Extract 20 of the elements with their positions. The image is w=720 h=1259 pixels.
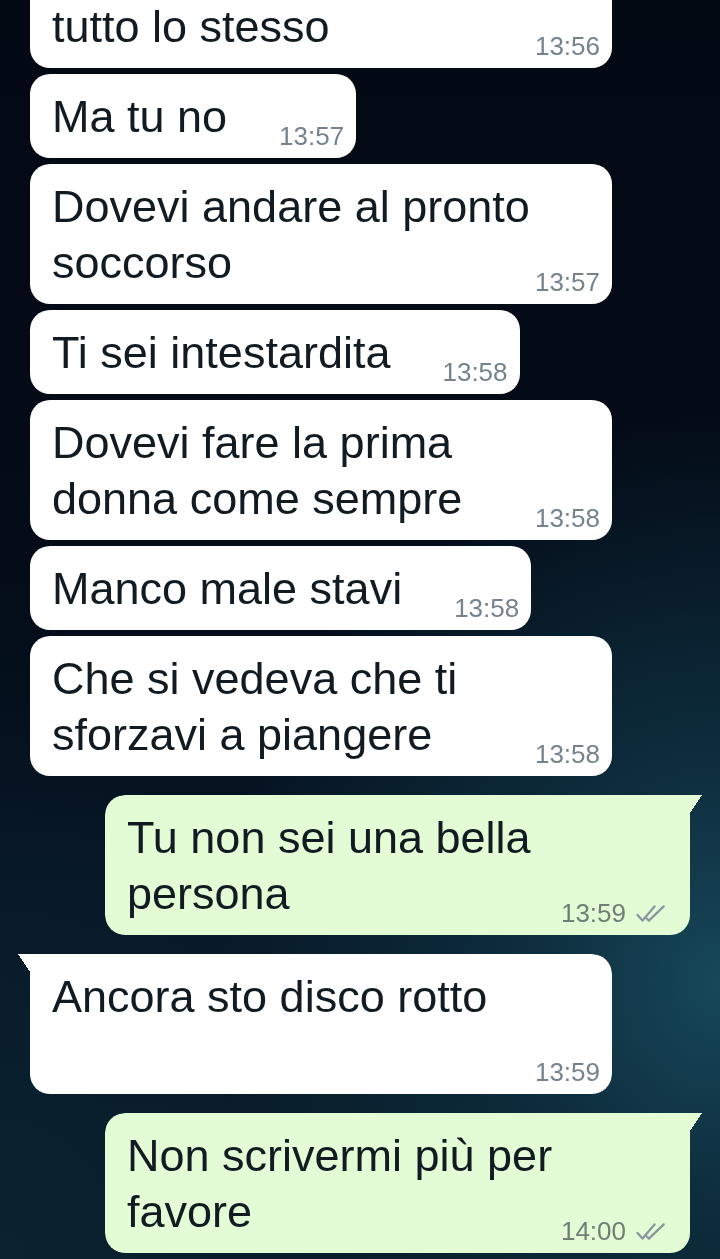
- message-time: 13:57: [534, 267, 600, 297]
- message-time: 13:57: [279, 121, 345, 151]
- message-text: Ancora sto disco rotto: [52, 971, 488, 1022]
- message-text: Manco male stavi: [52, 563, 403, 614]
- message-text: Ma tu no: [52, 91, 228, 142]
- message-text: Tu non sei una bella persona: [127, 812, 531, 919]
- message-time: 13:56: [534, 31, 600, 61]
- message-time: 13:59: [534, 1057, 600, 1087]
- message-text: Ti sei intestardita: [52, 327, 391, 378]
- message-time: 13:58: [534, 739, 600, 769]
- message-time: 14:00: [560, 1216, 626, 1246]
- message-time: 13:58: [442, 357, 508, 387]
- message-text: Che si vedeva che ti sforzavi a piangere: [52, 653, 458, 760]
- message-text: Non scrivermi più per favore: [127, 1130, 553, 1237]
- message-time: 13:58: [454, 593, 520, 623]
- message-text: Dovevi fare la prima donna come sempre: [52, 417, 463, 524]
- message-text: Dovevi andare al pronto soccorso: [52, 181, 530, 288]
- message-time: 13:59: [560, 898, 626, 928]
- message-time: 13:58: [534, 503, 600, 533]
- message-text: tutto lo stesso: [52, 1, 330, 52]
